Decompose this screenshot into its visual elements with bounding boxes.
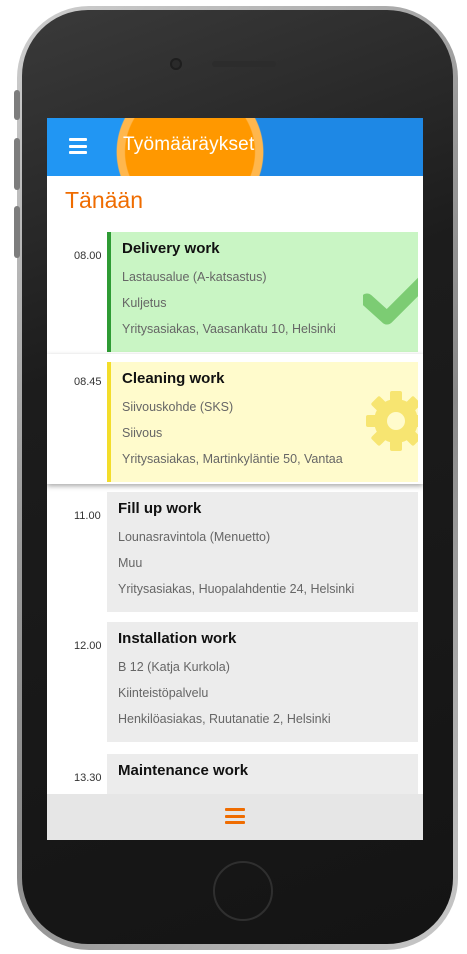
work-order-time: 13.30 xyxy=(74,772,102,784)
earpiece-speaker xyxy=(212,61,276,67)
work-order-time: 11.00 xyxy=(74,510,101,522)
work-order-title: Fill up work xyxy=(118,500,202,517)
bottom-bar xyxy=(47,794,423,840)
work-order-item[interactable]: 11.00 Fill up work Lounasravintola (Menu… xyxy=(47,488,423,614)
bottom-menu-icon[interactable] xyxy=(225,808,245,824)
work-order-title: Installation work xyxy=(118,630,237,647)
work-order-title: Delivery work xyxy=(122,240,220,257)
work-order-location: Siivouskohde (SKS) xyxy=(122,400,234,414)
work-order-location: B 12 (Katja Kurkola) xyxy=(118,660,230,674)
work-order-customer: Yritysasiakas, Martinkyläntie 50, Vantaa xyxy=(122,452,343,466)
app-bar: Työmääräykset xyxy=(47,118,423,176)
section-title-today: Tänään xyxy=(65,187,144,213)
app-screen: Työmääräykset Tänään 08.00 Delivery work… xyxy=(47,118,423,840)
work-order-title: Maintenance work xyxy=(118,762,249,779)
volume-up-button xyxy=(14,138,20,190)
app-title: Työmääräykset xyxy=(123,134,255,155)
work-order-category: Kiinteistöpalvelu xyxy=(118,686,209,700)
work-order-item[interactable]: 12.00 Installation work B 12 (Katja Kurk… xyxy=(47,618,423,744)
work-order-customer: Yritysasiakas, Huopalahdentie 24, Helsin… xyxy=(118,582,355,596)
volume-down-button xyxy=(14,206,20,258)
work-order-category: Muu xyxy=(118,556,143,570)
work-order-card[interactable]: Cleaning work Siivouskohde (SKS) Siivous… xyxy=(107,362,418,482)
work-order-category: Kuljetus xyxy=(122,296,167,310)
work-order-card[interactable]: Installation work B 12 (Katja Kurkola) K… xyxy=(107,622,418,742)
work-order-title: Cleaning work xyxy=(122,370,225,387)
work-order-time: 08.45 xyxy=(74,376,102,388)
home-button[interactable] xyxy=(213,861,273,921)
front-camera xyxy=(170,58,182,70)
work-order-card[interactable]: Fill up work Lounasravintola (Menuetto) … xyxy=(107,492,418,612)
work-order-card[interactable]: Delivery work Lastausalue (A-katsastus) … xyxy=(107,232,418,352)
work-order-item[interactable]: 08.45 Cleaning work Siivouskohde (SKS) S… xyxy=(47,354,423,484)
work-order-location: Lounasravintola (Menuetto) xyxy=(118,530,271,544)
work-order-time: 12.00 xyxy=(74,640,102,652)
work-order-customer: Yritysasiakas, Vaasankatu 10, Helsinki xyxy=(122,322,336,336)
mute-switch xyxy=(14,90,20,120)
gear-icon xyxy=(366,391,418,451)
work-order-customer: Henkilöasiakas, Ruutanatie 2, Helsinki xyxy=(118,712,331,726)
work-order-location: Lastausalue (A-katsastus) xyxy=(122,270,267,284)
work-order-category: Siivous xyxy=(122,426,163,440)
check-icon xyxy=(363,277,418,325)
hamburger-menu-icon[interactable] xyxy=(69,138,87,154)
work-order-time: 08.00 xyxy=(74,250,102,262)
work-order-item[interactable]: 08.00 Delivery work Lastausalue (A-katsa… xyxy=(47,228,423,354)
